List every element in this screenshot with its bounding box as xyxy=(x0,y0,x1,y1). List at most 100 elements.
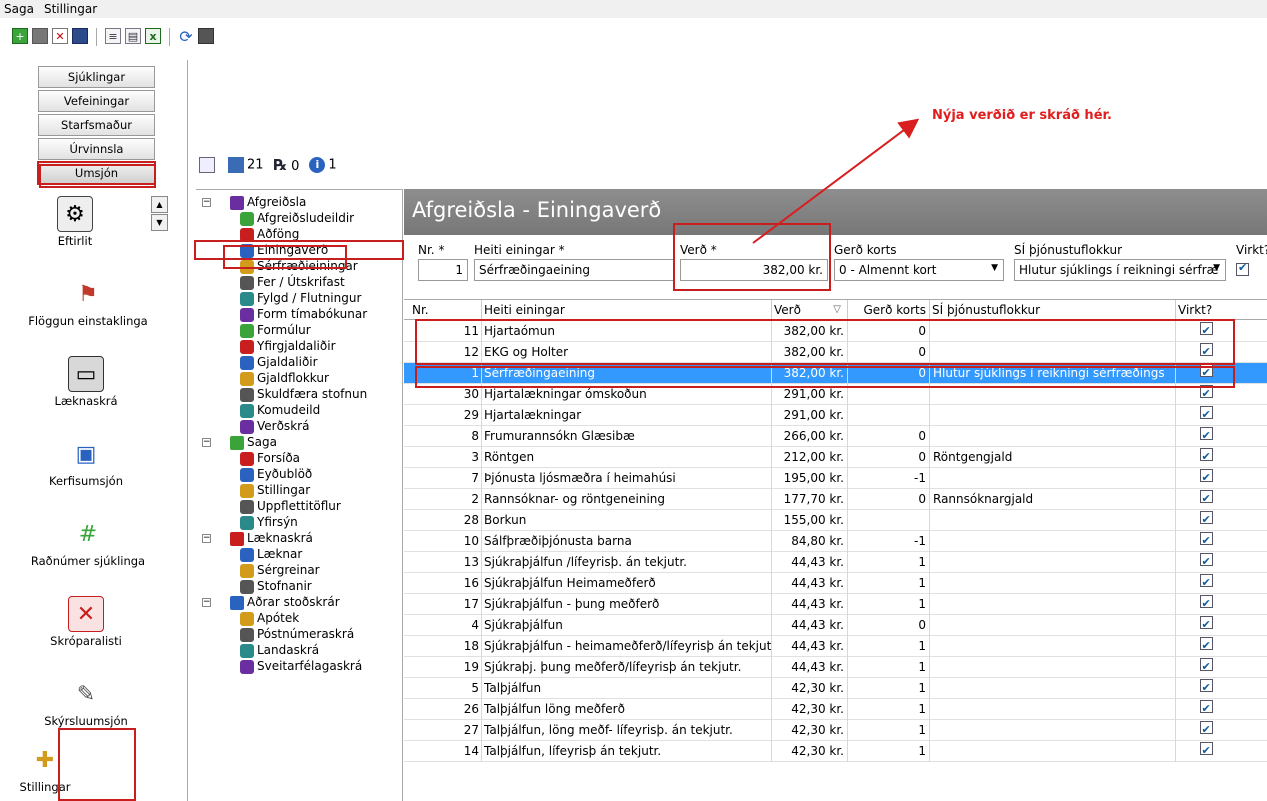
tree-item[interactable]: Eyðublöð xyxy=(196,466,402,482)
tree-item[interactable]: Gjaldaliðir xyxy=(196,354,402,370)
table-row[interactable]: 19 Sjúkraþj. þung meðferð/lífeyrisþ án te… xyxy=(404,657,1267,678)
virkt-checkbox[interactable] xyxy=(1236,261,1249,279)
tree-item[interactable]: Aðföng xyxy=(196,226,402,242)
table-row[interactable]: 8 Frumurannsókn Glæsibæ 266,00 kr. 0 xyxy=(404,426,1267,447)
tree-item[interactable]: Skuldfæra stofnun xyxy=(196,386,402,402)
cell-virkt[interactable] xyxy=(1176,321,1236,342)
table-row[interactable]: 26 Talþjálfun löng meðferð 42,30 kr. 1 xyxy=(404,699,1267,720)
cell-virkt[interactable] xyxy=(1176,426,1236,447)
cell-virkt[interactable] xyxy=(1176,741,1236,762)
tree-group[interactable]: − Aðrar stoðskrár xyxy=(196,594,402,610)
cell-virkt[interactable] xyxy=(1176,594,1236,615)
cell-virkt[interactable] xyxy=(1176,678,1236,699)
mail-status[interactable]: 21 xyxy=(228,157,264,173)
nav-sjuklingar[interactable]: Sjúklingar xyxy=(38,66,155,88)
tree-item[interactable]: Landaskrá xyxy=(196,642,402,658)
tree-item[interactable]: Sveitarfélagaskrá xyxy=(196,658,402,674)
tree-item[interactable]: Fer / Útskrifast xyxy=(196,274,402,290)
tree-group[interactable]: − Læknaskrá xyxy=(196,530,402,546)
tree-group[interactable]: − Afgreiðsla xyxy=(196,194,402,210)
cell-virkt[interactable] xyxy=(1176,384,1236,405)
nav-icon-skroparalisti[interactable]: ✕ Skróparalisti xyxy=(0,596,180,648)
tree-group[interactable]: − Saga xyxy=(196,434,402,450)
table-row[interactable]: 11 Hjartaómun 382,00 kr. 0 xyxy=(404,321,1267,342)
nav-icon-laeknaskra[interactable]: ▭ Læknaskrá xyxy=(0,356,180,408)
cell-virkt[interactable] xyxy=(1176,720,1236,741)
cell-virkt[interactable] xyxy=(1176,489,1236,510)
tree-item[interactable]: Formúlur xyxy=(196,322,402,338)
table-row[interactable]: 1 Sérfræðingaeining 382,00 kr. 0 Hlutur sjúk… xyxy=(404,363,1267,384)
delete-icon[interactable]: ✕ xyxy=(52,28,68,44)
nav-icon-eftirlit[interactable]: ⚙ Eftirlit xyxy=(0,196,169,248)
tree-item[interactable]: Yfirsýn xyxy=(196,514,402,530)
cell-virkt[interactable] xyxy=(1176,468,1236,489)
save-icon[interactable] xyxy=(72,28,88,44)
nav-icon-radnumer[interactable]: # Raðnúmer sjúklinga xyxy=(0,516,182,569)
excel-icon[interactable]: x xyxy=(145,28,161,44)
col-nr[interactable]: Nr. xyxy=(410,300,482,320)
tree-item[interactable]: Uppflettitöflur xyxy=(196,498,402,514)
cell-virkt[interactable] xyxy=(1176,552,1236,573)
cell-virkt[interactable] xyxy=(1176,615,1236,636)
table-row[interactable]: 27 Talþjálfun, löng meðf- lífeyrisþ. án t… xyxy=(404,720,1267,741)
table-row[interactable]: 16 Sjúkraþjálfun Heimameðferð 44,43 kr. 1 xyxy=(404,573,1267,594)
table-row[interactable]: 4 Sjúkraþjálfun 44,43 kr. 0 xyxy=(404,615,1267,636)
tree-item[interactable]: Stillingar xyxy=(196,482,402,498)
table-row[interactable]: 14 Talþjálfun, lífeyrisþ án tekjutr. 42,30… xyxy=(404,741,1267,762)
table-row[interactable]: 18 Sjúkraþjálfun - heimameðferð/lífeyrisþ… xyxy=(404,636,1267,657)
table-row[interactable]: 30 Hjartalækningar ómskoðun 291,00 kr. xyxy=(404,384,1267,405)
list-icon[interactable]: ≡ xyxy=(105,28,121,44)
cell-virkt[interactable] xyxy=(1176,573,1236,594)
menu-saga[interactable]: Saga xyxy=(4,2,34,16)
info-status[interactable]: i1 xyxy=(309,157,337,173)
table-row[interactable]: 13 Sjúkraþjálfun /lífeyrisþ. án tekjutr. 4… xyxy=(404,552,1267,573)
tree-item[interactable]: Forsíða xyxy=(196,450,402,466)
collapse-icon[interactable]: − xyxy=(202,598,211,607)
tree-item[interactable]: Einingaverð xyxy=(194,240,404,260)
nav-icon-floggun[interactable]: ⚑ Flöggun einstaklinga xyxy=(0,276,182,329)
nav-starfsmadur[interactable]: Starfsmaður xyxy=(38,114,155,136)
collapse-icon[interactable]: − xyxy=(202,438,211,447)
kort-select[interactable]: 0 - Almennt kort ▼ xyxy=(834,259,1004,281)
table-row[interactable]: 28 Borkun 155,00 kr. xyxy=(404,510,1267,531)
col-sj[interactable]: SÍ þjónustuflokkur xyxy=(930,300,1176,320)
collapse-icon[interactable]: − xyxy=(202,198,211,207)
nav-urvinnsla[interactable]: Úrvinnsla xyxy=(38,138,155,160)
refresh-icon[interactable]: ⟳ xyxy=(178,27,194,46)
col-verd[interactable]: Verð ▽ xyxy=(772,300,848,320)
cell-virkt[interactable] xyxy=(1176,636,1236,657)
panel-icon[interactable] xyxy=(198,28,214,44)
tree-item[interactable]: Apótek xyxy=(196,610,402,626)
tree-item[interactable]: Læknar xyxy=(196,546,402,562)
tree-item[interactable]: Komudeild xyxy=(196,402,402,418)
sj-select[interactable]: Hlutur sjúklings í reikningi sérfræ ▼ xyxy=(1014,259,1226,281)
col-virkt[interactable]: Virkt? xyxy=(1176,300,1236,320)
col-kort[interactable]: Gerð korts xyxy=(848,300,930,320)
tree-item[interactable]: Verðskrá xyxy=(196,418,402,434)
tree-item[interactable]: Póstnúmeraskrá xyxy=(196,626,402,642)
menu-stillingar[interactable]: Stillingar xyxy=(44,2,97,16)
col-heiti[interactable]: Heiti einingar xyxy=(482,300,772,320)
preview-icon[interactable]: ▤ xyxy=(125,28,141,44)
nav-vefeiningar[interactable]: Vefeiningar xyxy=(38,90,155,112)
table-row[interactable]: 17 Sjúkraþjálfun - þung meðferð 44,43 kr. 1 xyxy=(404,594,1267,615)
back-icon[interactable] xyxy=(32,28,48,44)
nav-umsjon[interactable]: Umsjón xyxy=(37,161,156,185)
cell-virkt[interactable] xyxy=(1176,531,1236,552)
tree-item[interactable]: Sérgreinar xyxy=(196,562,402,578)
tree-item[interactable]: Fylgd / Flutningur xyxy=(196,290,402,306)
tree-item[interactable]: Yfirgjaldaliðir xyxy=(196,338,402,354)
nr-input[interactable]: 1 xyxy=(418,259,468,281)
tree-item[interactable]: Sérfræðieiningar xyxy=(196,258,402,274)
table-row[interactable]: 7 Þjónusta ljósmæðra í heimahúsi 195,00 kr… xyxy=(404,468,1267,489)
table-row[interactable]: 29 Hjartalækningar 291,00 kr. xyxy=(404,405,1267,426)
tree-item[interactable]: Gjaldflokkur xyxy=(196,370,402,386)
tree-item[interactable]: Afgreiðsludeildir xyxy=(196,210,402,226)
verd-input[interactable]: 382,00 kr. xyxy=(680,259,828,281)
tree-item[interactable]: Stofnanir xyxy=(196,578,402,594)
cell-virkt[interactable] xyxy=(1176,447,1236,468)
cell-virkt[interactable] xyxy=(1176,699,1236,720)
table-row[interactable]: 3 Röntgen 212,00 kr. 0 Röntgengjald xyxy=(404,447,1267,468)
calendar-status[interactable] xyxy=(199,157,218,173)
collapse-icon[interactable]: − xyxy=(202,534,211,543)
